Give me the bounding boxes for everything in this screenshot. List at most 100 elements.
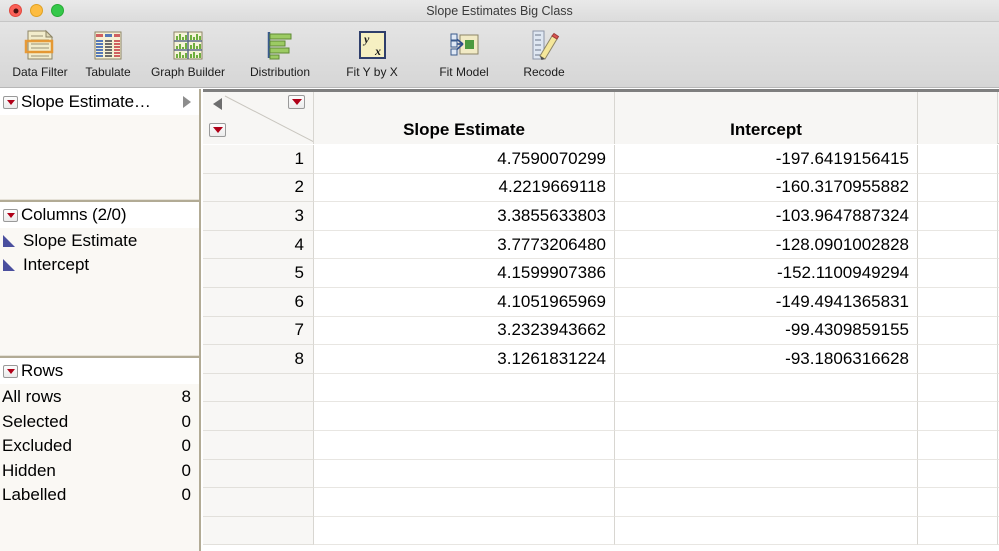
- rows-stat-excluded[interactable]: Excluded 0: [0, 434, 199, 459]
- table-panel-disclosure-icon[interactable]: [3, 95, 18, 109]
- cell-slope-estimate[interactable]: [314, 459, 615, 489]
- collapse-left-triangle-icon[interactable]: [213, 98, 222, 110]
- rows-panel-title: Rows: [21, 361, 64, 380]
- continuous-icon: [2, 258, 18, 272]
- table-row[interactable]: 7 3.2323943662 -99.4309859155: [203, 316, 999, 346]
- rows-stat-label: All rows: [2, 387, 62, 407]
- chevron-right-icon[interactable]: [183, 96, 191, 108]
- cell-slope-estimate[interactable]: 3.2323943662: [314, 316, 615, 346]
- row-number[interactable]: 6: [203, 287, 314, 317]
- cell-slope-estimate[interactable]: [314, 488, 615, 517]
- table-row-empty[interactable]: [203, 459, 999, 489]
- row-number[interactable]: [203, 488, 314, 517]
- row-number[interactable]: [203, 373, 314, 403]
- rows-stat-label: Excluded: [2, 436, 72, 456]
- table-row[interactable]: 3 3.3855633803 -103.9647887324: [203, 202, 999, 231]
- row-number[interactable]: [203, 459, 314, 489]
- cell-intercept[interactable]: -103.9647887324: [615, 202, 918, 231]
- fit-model-icon: [446, 27, 482, 63]
- toolbar-button-fit-y-by-x[interactable]: y x Fit Y by X: [326, 22, 418, 79]
- row-number[interactable]: [203, 430, 314, 460]
- cell-intercept[interactable]: -128.0901002828: [615, 230, 918, 260]
- row-number[interactable]: 4: [203, 230, 314, 260]
- cell-slope-estimate[interactable]: [314, 373, 615, 403]
- rows-panel-disclosure-icon[interactable]: [3, 364, 18, 378]
- rows-menu-icon[interactable]: [209, 123, 226, 137]
- minimize-button[interactable]: [30, 4, 43, 17]
- cell-intercept[interactable]: [615, 516, 918, 546]
- maximize-button[interactable]: [51, 4, 64, 17]
- toolbar-button-recode[interactable]: Recode: [510, 22, 578, 79]
- row-number[interactable]: [203, 516, 314, 546]
- cell-intercept[interactable]: -93.1806316628: [615, 345, 918, 374]
- table-row-empty[interactable]: [203, 373, 999, 403]
- column-list-item-slope-estimate[interactable]: Slope Estimate: [2, 229, 199, 253]
- columns-panel: Columns (2/0) Slope Estimate Intercept: [0, 202, 199, 355]
- row-number[interactable]: 3: [203, 202, 314, 231]
- grid-corner-cell[interactable]: [203, 92, 314, 144]
- column-header-slope-estimate[interactable]: Slope Estimate: [314, 92, 615, 144]
- rows-stat-selected[interactable]: Selected 0: [0, 410, 199, 435]
- cell-empty: [918, 259, 998, 288]
- column-header-intercept[interactable]: Intercept: [615, 92, 918, 144]
- table-row[interactable]: 2 4.2219669118 -160.3170955882: [203, 173, 999, 203]
- cell-intercept[interactable]: -152.1100949294: [615, 259, 918, 288]
- toolbar-button-data-filter[interactable]: Data Filter: [6, 22, 74, 79]
- rows-stats-list: All rows 8 Selected 0 Excluded 0 Hidden …: [0, 384, 199, 508]
- table-panel-body: [0, 115, 199, 199]
- toolbar-button-fit-model[interactable]: Fit Model: [418, 22, 510, 79]
- continuous-icon: [2, 234, 18, 248]
- row-number[interactable]: 7: [203, 316, 314, 346]
- cell-intercept[interactable]: -160.3170955882: [615, 173, 918, 203]
- cell-empty: [918, 145, 998, 174]
- rows-stat-hidden[interactable]: Hidden 0: [0, 459, 199, 484]
- row-number[interactable]: 8: [203, 345, 314, 374]
- cell-intercept[interactable]: [615, 402, 918, 431]
- cell-slope-estimate[interactable]: [314, 402, 615, 431]
- table-row-empty[interactable]: [203, 516, 999, 546]
- tabulate-icon: [90, 27, 126, 63]
- table-row[interactable]: 6 4.1051965969 -149.4941365831: [203, 287, 999, 317]
- cell-intercept[interactable]: [615, 430, 918, 460]
- cell-slope-estimate[interactable]: 3.3855633803: [314, 202, 615, 231]
- table-row-empty[interactable]: [203, 430, 999, 460]
- column-list-item-intercept[interactable]: Intercept: [2, 253, 199, 277]
- row-number[interactable]: [203, 402, 314, 431]
- columns-panel-disclosure-icon[interactable]: [3, 208, 18, 222]
- row-number[interactable]: 2: [203, 173, 314, 203]
- table-row[interactable]: 5 4.1599907386 -152.1100949294: [203, 259, 999, 288]
- toolbar-button-graph-builder[interactable]: Graph Builder: [142, 22, 234, 79]
- cell-intercept[interactable]: -149.4941365831: [615, 287, 918, 317]
- cell-slope-estimate[interactable]: 4.2219669118: [314, 173, 615, 203]
- cell-slope-estimate[interactable]: 3.1261831224: [314, 345, 615, 374]
- table-row[interactable]: 4 3.7773206480 -128.0901002828: [203, 230, 999, 260]
- row-number[interactable]: 5: [203, 259, 314, 288]
- table-row-empty[interactable]: [203, 402, 999, 431]
- cell-slope-estimate[interactable]: [314, 516, 615, 546]
- table-row[interactable]: 8 3.1261831224 -93.1806316628: [203, 345, 999, 374]
- cell-intercept[interactable]: -99.4309859155: [615, 316, 918, 346]
- cell-slope-estimate[interactable]: 4.7590070299: [314, 145, 615, 174]
- toolbar-button-tabulate[interactable]: Tabulate: [74, 22, 142, 79]
- cell-slope-estimate[interactable]: [314, 430, 615, 460]
- table-row-empty[interactable]: [203, 488, 999, 517]
- columns-menu-icon[interactable]: [288, 95, 305, 109]
- cell-intercept[interactable]: [615, 488, 918, 517]
- rows-panel-header[interactable]: Rows: [0, 358, 199, 384]
- close-button[interactable]: [9, 4, 22, 17]
- cell-intercept[interactable]: [615, 459, 918, 489]
- column-label: Slope Estimate: [23, 231, 138, 250]
- table-row[interactable]: 1 4.7590070299 -197.6419156415: [203, 145, 999, 174]
- cell-slope-estimate[interactable]: 3.7773206480: [314, 230, 615, 260]
- cell-slope-estimate[interactable]: 4.1599907386: [314, 259, 615, 288]
- table-panel-header[interactable]: Slope Estimate…: [0, 89, 199, 115]
- toolbar-button-distribution[interactable]: Distribution: [234, 22, 326, 79]
- rows-stat-all-rows[interactable]: All rows 8: [0, 385, 199, 410]
- row-number[interactable]: 1: [203, 145, 314, 174]
- cell-intercept[interactable]: -197.6419156415: [615, 145, 918, 174]
- cell-slope-estimate[interactable]: 4.1051965969: [314, 287, 615, 317]
- cell-intercept[interactable]: [615, 373, 918, 403]
- rows-stat-labelled[interactable]: Labelled 0: [0, 483, 199, 508]
- columns-panel-header[interactable]: Columns (2/0): [0, 202, 199, 228]
- fit-y-by-x-icon: y x: [354, 27, 390, 63]
